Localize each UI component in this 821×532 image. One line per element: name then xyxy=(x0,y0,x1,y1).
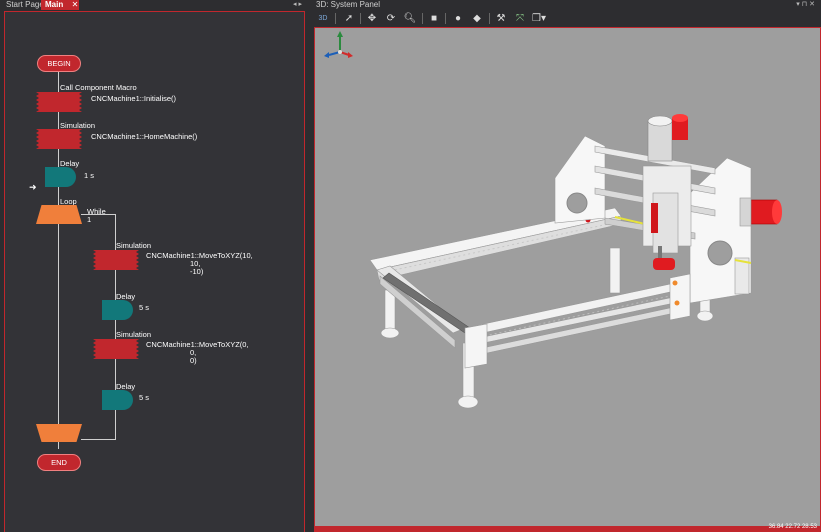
sim3-text-line1: CNCMachine1::MoveToXYZ(0, xyxy=(146,340,249,349)
sim1-text: CNCMachine1::HomeMachine() xyxy=(91,132,198,141)
call-macro-title: Call Component Macro xyxy=(60,83,137,92)
sim3-text-line3: 0) xyxy=(190,356,197,365)
pan-icon[interactable]: ✥ xyxy=(365,12,379,25)
end-terminal[interactable]: END xyxy=(37,454,81,471)
wrench-icon[interactable]: ⚒ xyxy=(494,12,508,25)
orbit-icon[interactable]: ⟳ xyxy=(384,12,398,25)
cnc-machine-model xyxy=(324,31,782,409)
cursor-coordinates: 36.84 22.72 28.53 xyxy=(768,524,817,530)
close-icon[interactable]: ✕ xyxy=(71,0,79,10)
snapshot-icon[interactable]: ● xyxy=(451,12,465,25)
call-macro-block[interactable] xyxy=(36,92,82,112)
sim1-block[interactable] xyxy=(36,129,82,149)
sim3-block[interactable] xyxy=(93,339,139,359)
delay2-block[interactable] xyxy=(102,300,133,320)
delay1-text: 1 s xyxy=(84,171,95,180)
loop-end-block[interactable] xyxy=(36,424,82,442)
delay3-block[interactable] xyxy=(102,390,133,410)
delay2-text: 5 s xyxy=(139,303,150,312)
cube-view-icon[interactable]: ◆ xyxy=(470,12,484,25)
sim3-title: Simulation xyxy=(116,330,152,339)
toggle-3d-button[interactable]: 3D xyxy=(315,12,331,25)
begin-terminal[interactable]: BEGIN xyxy=(37,55,81,72)
status-bar: 36.84 22.72 28.53 xyxy=(314,524,821,532)
zoom-icon[interactable]: 🔍︎ xyxy=(403,12,417,25)
delay1-block[interactable] xyxy=(45,167,76,187)
axis-gizmo-icon xyxy=(324,31,353,58)
flowchart-pane: Start Page Main ✕ ◂ ▸ BEGIN Call Compone… xyxy=(0,0,308,532)
current-step-arrow-icon: ➜ xyxy=(29,182,37,192)
3d-viewport[interactable] xyxy=(314,27,821,527)
layers-icon[interactable]: ❒▾ xyxy=(531,12,547,25)
panel-toolbar: 3D ➚ ✥ ⟳ 🔍︎ ■ ● ◆ ⚒ ⤧ ❒▾ xyxy=(310,10,821,27)
panel-window-controls[interactable]: ▾ ⊓ ✕ xyxy=(796,0,815,10)
pointer-icon[interactable]: ➚ xyxy=(342,12,356,25)
sim2-block[interactable] xyxy=(93,250,139,270)
delay3-text: 5 s xyxy=(139,393,150,402)
system-panel: 3D: System Panel ▾ ⊓ ✕ 3D ➚ ✥ ⟳ 🔍︎ ■ ● ◆… xyxy=(310,0,821,532)
loop-start-block[interactable] xyxy=(36,205,82,224)
tab-bar: Start Page Main ✕ ◂ ▸ xyxy=(0,0,308,10)
flowchart-canvas[interactable]: BEGIN Call Component Macro CNCMachine1::… xyxy=(4,11,305,532)
sim2-text-line3: -10) xyxy=(190,267,204,276)
panel-title: 3D: System Panel xyxy=(316,0,381,9)
loop-condition-value: 1 xyxy=(87,215,92,224)
loop-title: Loop xyxy=(60,197,77,206)
call-macro-text: CNCMachine1::Initialise() xyxy=(91,94,177,103)
tab-scroll-arrows[interactable]: ◂ ▸ xyxy=(293,0,302,10)
camera-icon[interactable]: ■ xyxy=(427,12,441,25)
sim2-title: Simulation xyxy=(116,241,152,250)
axis-icon[interactable]: ⤧ xyxy=(513,12,527,25)
